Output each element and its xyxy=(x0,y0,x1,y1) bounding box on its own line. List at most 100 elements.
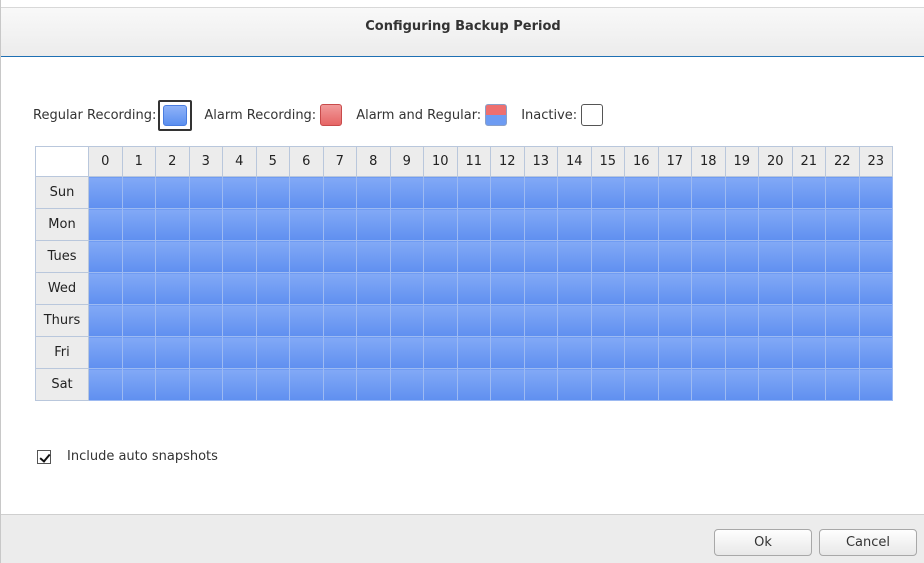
schedule-cell[interactable] xyxy=(791,208,826,241)
schedule-cell[interactable] xyxy=(724,336,759,369)
schedule-cell[interactable] xyxy=(356,368,391,401)
schedule-cell[interactable] xyxy=(155,368,190,401)
schedule-cell[interactable] xyxy=(356,304,391,337)
schedule-cell[interactable] xyxy=(758,304,793,337)
schedule-cell[interactable] xyxy=(88,240,123,273)
schedule-cell[interactable] xyxy=(255,176,290,209)
schedule-cell[interactable] xyxy=(389,240,424,273)
hour-header[interactable]: 17 xyxy=(657,146,692,177)
schedule-cell[interactable] xyxy=(657,368,692,401)
auto-snapshots-checkbox[interactable] xyxy=(37,449,51,464)
schedule-cell[interactable] xyxy=(858,336,893,369)
schedule-cell[interactable] xyxy=(523,336,558,369)
schedule-cell[interactable] xyxy=(590,240,625,273)
schedule-cell[interactable] xyxy=(255,304,290,337)
hour-header[interactable]: 1 xyxy=(121,146,156,177)
schedule-cell[interactable] xyxy=(121,208,156,241)
schedule-cell[interactable] xyxy=(188,176,223,209)
schedule-cell[interactable] xyxy=(657,336,692,369)
schedule-cell[interactable] xyxy=(456,336,491,369)
schedule-cell[interactable] xyxy=(188,368,223,401)
schedule-cell[interactable] xyxy=(490,336,525,369)
schedule-cell[interactable] xyxy=(624,272,659,305)
schedule-cell[interactable] xyxy=(389,208,424,241)
alarm-and-regular-swatch[interactable] xyxy=(485,104,508,126)
day-header[interactable]: Sat xyxy=(35,368,89,401)
schedule-cell[interactable] xyxy=(222,272,257,305)
schedule-cell[interactable] xyxy=(255,272,290,305)
schedule-cell[interactable] xyxy=(155,176,190,209)
schedule-cell[interactable] xyxy=(523,272,558,305)
schedule-cell[interactable] xyxy=(657,240,692,273)
hour-header[interactable]: 23 xyxy=(858,146,893,177)
schedule-cell[interactable] xyxy=(490,208,525,241)
schedule-cell[interactable] xyxy=(322,272,357,305)
schedule-cell[interactable] xyxy=(657,176,692,209)
schedule-cell[interactable] xyxy=(255,240,290,273)
schedule-cell[interactable] xyxy=(724,368,759,401)
schedule-cell[interactable] xyxy=(188,304,223,337)
schedule-cell[interactable] xyxy=(88,176,123,209)
schedule-cell[interactable] xyxy=(557,272,592,305)
schedule-cell[interactable] xyxy=(356,272,391,305)
schedule-cell[interactable] xyxy=(121,304,156,337)
hour-header[interactable]: 16 xyxy=(624,146,659,177)
schedule-cell[interactable] xyxy=(557,240,592,273)
schedule-cell[interactable] xyxy=(825,304,860,337)
schedule-cell[interactable] xyxy=(791,176,826,209)
schedule-cell[interactable] xyxy=(322,176,357,209)
schedule-cell[interactable] xyxy=(88,304,123,337)
schedule-cell[interactable] xyxy=(724,208,759,241)
schedule-cell[interactable] xyxy=(791,368,826,401)
schedule-cell[interactable] xyxy=(825,240,860,273)
hour-header[interactable]: 20 xyxy=(758,146,793,177)
schedule-cell[interactable] xyxy=(289,304,324,337)
hour-header[interactable]: 7 xyxy=(322,146,357,177)
schedule-cell[interactable] xyxy=(791,240,826,273)
hour-header[interactable]: 19 xyxy=(724,146,759,177)
schedule-cell[interactable] xyxy=(155,208,190,241)
schedule-cell[interactable] xyxy=(88,336,123,369)
schedule-cell[interactable] xyxy=(456,240,491,273)
schedule-cell[interactable] xyxy=(222,304,257,337)
schedule-cell[interactable] xyxy=(724,304,759,337)
schedule-cell[interactable] xyxy=(155,240,190,273)
hour-header[interactable]: 6 xyxy=(289,146,324,177)
schedule-cell[interactable] xyxy=(825,336,860,369)
regular-recording-swatch[interactable] xyxy=(158,99,193,131)
schedule-cell[interactable] xyxy=(624,176,659,209)
schedule-cell[interactable] xyxy=(657,304,692,337)
schedule-cell[interactable] xyxy=(121,336,156,369)
schedule-cell[interactable] xyxy=(222,240,257,273)
schedule-cell[interactable] xyxy=(188,272,223,305)
schedule-cell[interactable] xyxy=(255,208,290,241)
schedule-cell[interactable] xyxy=(791,336,826,369)
schedule-cell[interactable] xyxy=(155,272,190,305)
ok-button[interactable]: Ok xyxy=(714,529,812,556)
schedule-cell[interactable] xyxy=(322,336,357,369)
schedule-cell[interactable] xyxy=(691,304,726,337)
inactive-swatch[interactable] xyxy=(581,104,604,126)
schedule-cell[interactable] xyxy=(456,304,491,337)
hour-header[interactable]: 11 xyxy=(456,146,491,177)
schedule-cell[interactable] xyxy=(858,304,893,337)
schedule-cell[interactable] xyxy=(590,304,625,337)
schedule-cell[interactable] xyxy=(590,272,625,305)
schedule-cell[interactable] xyxy=(222,208,257,241)
hour-header[interactable]: 13 xyxy=(523,146,558,177)
schedule-cell[interactable] xyxy=(624,304,659,337)
schedule-cell[interactable] xyxy=(88,272,123,305)
schedule-cell[interactable] xyxy=(590,336,625,369)
schedule-cell[interactable] xyxy=(456,368,491,401)
hour-header[interactable]: 18 xyxy=(691,146,726,177)
schedule-cell[interactable] xyxy=(322,240,357,273)
schedule-cell[interactable] xyxy=(255,336,290,369)
schedule-cell[interactable] xyxy=(322,368,357,401)
schedule-cell[interactable] xyxy=(624,368,659,401)
day-header[interactable]: Fri xyxy=(35,336,89,369)
schedule-cell[interactable] xyxy=(423,240,458,273)
schedule-cell[interactable] xyxy=(758,368,793,401)
schedule-cell[interactable] xyxy=(557,336,592,369)
hour-header[interactable]: 8 xyxy=(356,146,391,177)
schedule-cell[interactable] xyxy=(289,272,324,305)
